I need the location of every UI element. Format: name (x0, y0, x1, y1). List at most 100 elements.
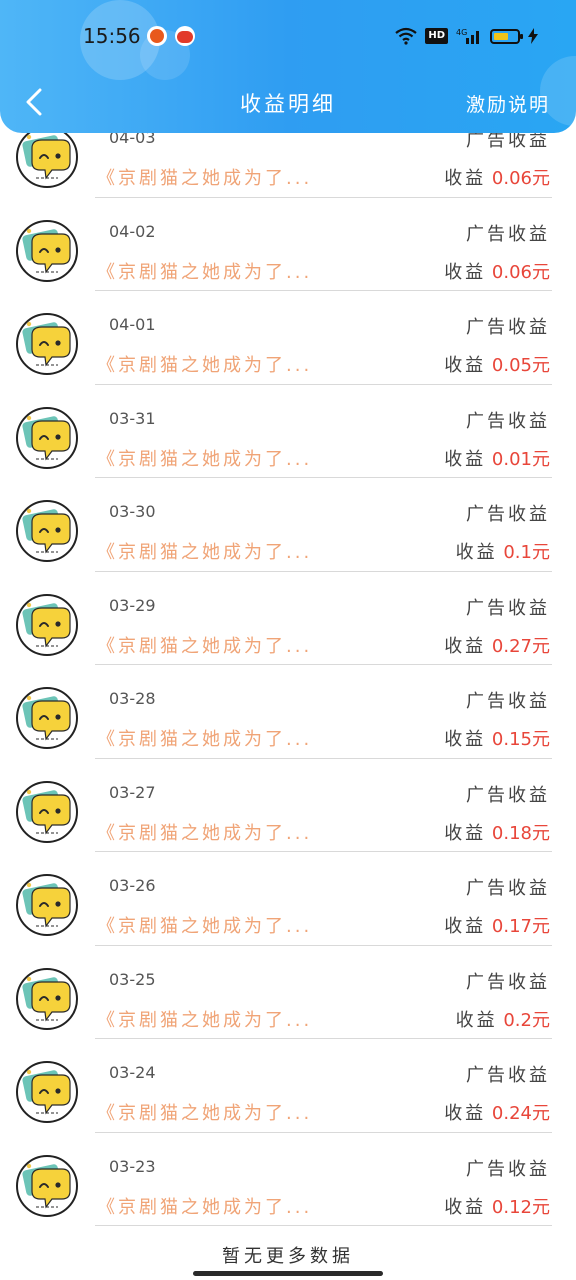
earnings-row[interactable]: 03-28 广告收益 《京剧猫之她成为了... 收益 0.15元 (0, 665, 576, 759)
row-description: 《京剧猫之她成为了... (97, 635, 313, 657)
signal-icon: 4G (456, 28, 479, 44)
row-type: 广告收益 (466, 878, 550, 899)
row-earnings: 收益 0.06元 (444, 258, 550, 284)
earnings-row[interactable]: 03-27 广告收益 《京剧猫之她成为了... 收益 0.18元 (0, 759, 576, 852)
notification-app-icon (147, 26, 167, 46)
avatar (16, 967, 78, 1030)
row-date: 03-25 (109, 969, 156, 989)
avatar (16, 780, 78, 843)
avatar (16, 500, 78, 562)
row-description: 《京剧猫之她成为了... (97, 822, 313, 844)
earnings-label: 收益 (444, 916, 487, 937)
charging-icon (528, 28, 538, 44)
row-description: 《京剧猫之她成为了... (97, 168, 313, 189)
earnings-amount: 0.15元 (491, 729, 550, 750)
earnings-row[interactable]: 03-26 广告收益 《京剧猫之她成为了... 收益 0.17元 (0, 852, 576, 946)
earnings-label: 收益 (444, 448, 487, 470)
battery-icon (490, 28, 523, 44)
earnings-amount: 0.12元 (491, 1196, 550, 1218)
earnings-amount: 0.06元 (491, 261, 550, 283)
earnings-label: 收益 (444, 1196, 487, 1218)
row-earnings: 收益 0.24元 (444, 1099, 550, 1125)
earnings-label: 收益 (444, 168, 487, 189)
row-type: 广告收益 (466, 597, 550, 619)
system-icons: HD 4G (395, 26, 538, 46)
earnings-row[interactable]: 04-01 广告收益 《京剧猫之她成为了... 收益 0.05元 (0, 291, 576, 385)
earnings-amount: 0.24元 (491, 1103, 550, 1124)
earnings-row[interactable]: 03-25 广告收益 《京剧猫之她成为了... 收益 0.2元 (0, 946, 576, 1039)
earnings-label: 收益 (455, 1009, 498, 1031)
row-earnings: 收益 0.06元 (444, 164, 550, 190)
avatar (16, 1154, 78, 1217)
earnings-row[interactable]: 04-02 广告收益 《京剧猫之她成为了... 收益 0.06元 (0, 198, 576, 291)
row-date: 03-23 (109, 1156, 156, 1176)
row-description: 《京剧猫之她成为了... (97, 1196, 313, 1218)
row-date: 03-26 (109, 876, 156, 895)
earnings-row[interactable]: 03-29 广告收益 《京剧猫之她成为了... 收益 0.27元 (0, 572, 576, 665)
no-more-data-text: 暂无更多数据 (222, 1246, 354, 1267)
row-date: 03-27 (109, 782, 156, 802)
notification-app-icon (175, 26, 195, 46)
earnings-amount: 0.17元 (491, 916, 550, 937)
earnings-label: 收益 (444, 729, 487, 750)
row-description: 《京剧猫之她成为了... (97, 1009, 313, 1031)
earnings-label: 收益 (444, 635, 487, 657)
home-indicator[interactable] (193, 1271, 383, 1276)
avatar (16, 1061, 78, 1123)
avatar (16, 874, 78, 936)
wifi-icon (395, 27, 418, 45)
row-earnings: 收益 0.01元 (444, 445, 550, 471)
avatar (16, 126, 78, 188)
status-time: 15:56 (83, 24, 141, 48)
row-date: 04-02 (109, 221, 156, 241)
row-type: 广告收益 (466, 691, 550, 712)
avatar (16, 406, 78, 469)
avatar (16, 313, 78, 375)
row-earnings: 收益 0.15元 (444, 725, 550, 751)
row-earnings: 收益 0.17元 (444, 912, 550, 938)
row-description: 《京剧猫之她成为了... (97, 542, 313, 563)
row-date: 03-29 (109, 595, 156, 615)
row-description: 《京剧猫之她成为了... (97, 916, 313, 937)
row-earnings: 收益 0.05元 (444, 351, 550, 377)
earnings-label: 收益 (444, 355, 487, 376)
earnings-amount: 0.1元 (503, 542, 550, 563)
earnings-row[interactable]: 03-23 广告收益 《京剧猫之她成为了... 收益 0.12元 (0, 1133, 576, 1226)
row-earnings: 收益 0.27元 (444, 632, 550, 658)
row-type: 广告收益 (466, 317, 550, 338)
row-earnings: 收益 0.1元 (456, 538, 550, 564)
row-type: 广告收益 (466, 410, 550, 432)
earnings-label: 收益 (444, 1103, 487, 1124)
earnings-label: 收益 (444, 822, 487, 844)
row-date: 04-01 (109, 315, 156, 334)
divider (95, 1225, 552, 1226)
nav-bar: 收益明细 激励说明 (0, 72, 576, 133)
row-earnings: 收益 0.12元 (444, 1193, 550, 1219)
row-date: 03-24 (109, 1063, 156, 1082)
earnings-amount: 0.06元 (491, 168, 550, 189)
earnings-amount: 0.05元 (491, 355, 550, 376)
hd-badge: HD (425, 28, 448, 44)
avatar (16, 687, 78, 749)
earnings-amount: 0.2元 (503, 1009, 550, 1031)
row-date: 03-30 (109, 502, 156, 521)
earnings-label: 收益 (444, 261, 487, 283)
earnings-amount: 0.18元 (491, 822, 550, 844)
row-type: 广告收益 (466, 1065, 550, 1086)
row-date: 03-28 (109, 689, 156, 708)
avatar (16, 219, 78, 282)
row-date: 03-31 (109, 408, 156, 428)
row-type: 广告收益 (466, 504, 550, 525)
row-type: 广告收益 (466, 971, 550, 993)
row-description: 《京剧猫之她成为了... (97, 1103, 313, 1124)
row-description: 《京剧猫之她成为了... (97, 355, 313, 376)
status-bar: 15:56 HD 4G (0, 0, 576, 72)
row-earnings: 收益 0.18元 (444, 819, 550, 845)
earnings-row[interactable]: 03-24 广告收益 《京剧猫之她成为了... 收益 0.24元 (0, 1039, 576, 1133)
row-type: 广告收益 (466, 784, 550, 806)
earnings-label: 收益 (455, 542, 498, 563)
earnings-amount: 0.01元 (491, 448, 550, 470)
earnings-row[interactable]: 03-31 广告收益 《京剧猫之她成为了... 收益 0.01元 (0, 385, 576, 478)
incentive-info-link[interactable]: 激励说明 (466, 90, 550, 117)
earnings-row[interactable]: 03-30 广告收益 《京剧猫之她成为了... 收益 0.1元 (0, 478, 576, 572)
